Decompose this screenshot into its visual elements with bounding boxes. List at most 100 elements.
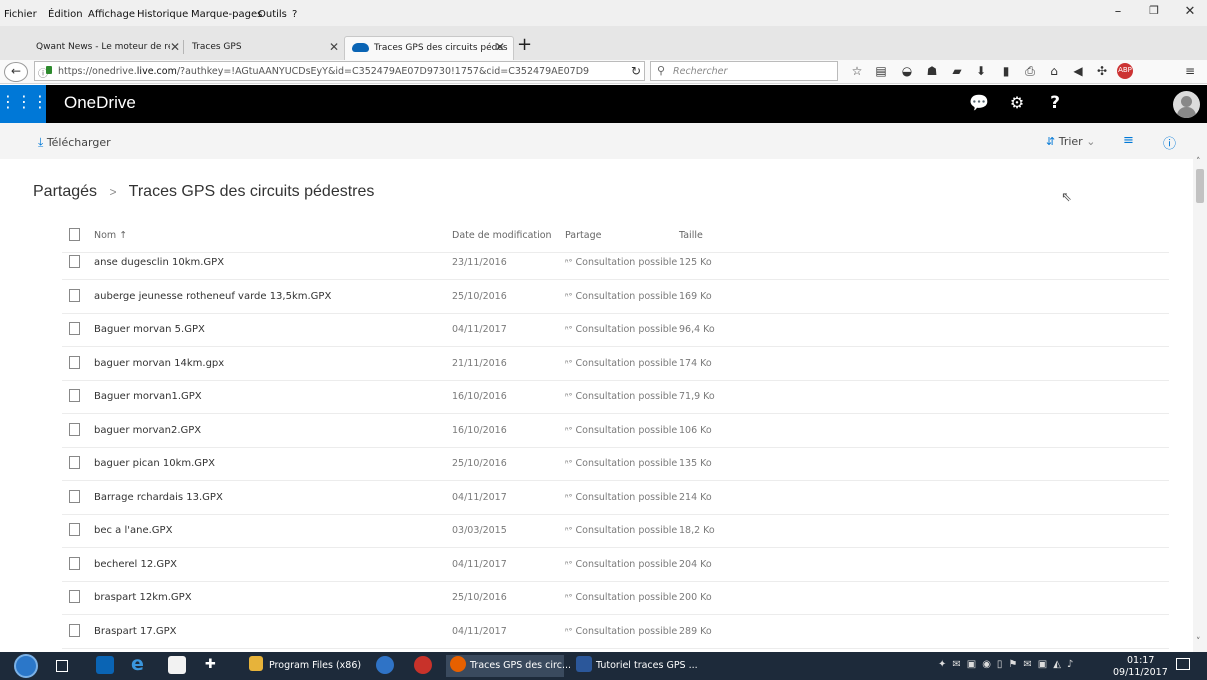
app-launcher-icon[interactable]: ⋮⋮⋮ bbox=[0, 85, 48, 123]
send-icon[interactable]: ◀ bbox=[1069, 64, 1087, 78]
file-row[interactable]: anse dugesclin 10km.GPX 23/11/2016 ᴿ° Consu… bbox=[62, 246, 1169, 280]
search-input[interactable]: ⚲ Rechercher bbox=[650, 61, 838, 81]
tab-close-icon[interactable]: ✕ bbox=[170, 40, 180, 54]
hamburger-menu-icon[interactable]: ≡ bbox=[1181, 64, 1199, 78]
print-icon[interactable]: ⎙ bbox=[1021, 64, 1039, 79]
pin-icon[interactable]: ✚ bbox=[205, 657, 216, 672]
tab-close-icon[interactable]: ✕ bbox=[495, 40, 505, 54]
view-options-icon[interactable]: ≡ bbox=[1123, 133, 1134, 148]
file-name[interactable]: baguer morvan 14km.gpx bbox=[94, 358, 224, 369]
file-name[interactable]: Baguer morvan1.GPX bbox=[94, 391, 202, 402]
avatar[interactable] bbox=[1173, 91, 1200, 118]
store-icon[interactable] bbox=[168, 656, 186, 674]
sort-label: Trier bbox=[1058, 135, 1083, 148]
file-icon bbox=[69, 355, 80, 369]
document-icon[interactable]: ▮ bbox=[997, 64, 1015, 78]
scrollbar-thumb[interactable] bbox=[1196, 169, 1204, 203]
file-name[interactable]: baguer morvan2.GPX bbox=[94, 425, 201, 436]
file-row[interactable]: baguer pican 10km.GPX 25/10/2016 ᴿ° Consult… bbox=[62, 447, 1169, 481]
menu-fichier[interactable]: Fichier bbox=[4, 9, 37, 20]
file-name[interactable]: Barrage rchardais 13.GPX bbox=[94, 492, 223, 503]
home-icon[interactable]: ⌂ bbox=[1045, 64, 1063, 78]
scroll-down-icon[interactable]: ˅ bbox=[1196, 637, 1201, 647]
menu-edition[interactable]: Édition bbox=[48, 9, 83, 20]
breadcrumb-root[interactable]: Partagés bbox=[33, 183, 97, 200]
download-label: Télécharger bbox=[46, 136, 111, 149]
download-button[interactable]: ⤓ Télécharger bbox=[38, 135, 111, 150]
settings-gear-icon[interactable]: ⚙ bbox=[998, 85, 1036, 123]
file-row[interactable]: Braspart 17.GPX 04/11/2017 ᴿ° Consultation … bbox=[62, 615, 1169, 649]
back-icon[interactable]: ← bbox=[4, 62, 28, 82]
restore-icon[interactable]: ❐ bbox=[1144, 4, 1164, 17]
pocket-icon[interactable]: ◒ bbox=[898, 64, 916, 78]
file-name[interactable]: braspart 12km.GPX bbox=[94, 592, 192, 603]
column-header-name[interactable]: Nom ↑ bbox=[94, 230, 127, 241]
file-modified-date: 25/10/2016 bbox=[452, 592, 507, 603]
onedrive-brand[interactable]: OneDrive bbox=[64, 93, 136, 113]
edge-icon[interactable]: e bbox=[131, 653, 144, 675]
tray-icons[interactable]: ✦✉▣◉▯⚑✉▣◭♪ bbox=[938, 659, 1079, 670]
file-row[interactable]: baguer morvan 14km.gpx 21/11/2016 ᴿ° Consul… bbox=[62, 347, 1169, 381]
menu-historique[interactable]: Historique bbox=[137, 9, 188, 20]
menu-outils[interactable]: Outils bbox=[258, 9, 287, 20]
url-bar[interactable]: ⓘ https://onedrive.live.com/?authkey=!AG… bbox=[34, 61, 645, 81]
command-bar: ⤓ Télécharger ⇵ Trier ⌄ ≡ ⓘ bbox=[0, 123, 1207, 159]
onedrive-cloud-icon bbox=[352, 43, 369, 52]
taskbar-app-explorer[interactable]: Program Files (x86) bbox=[245, 655, 363, 677]
file-row[interactable]: auberge jeunesse rotheneuf varde 13,5km.… bbox=[62, 280, 1169, 314]
new-tab-icon[interactable]: + bbox=[517, 34, 532, 55]
sort-button[interactable]: ⇵ Trier ⌄ bbox=[1046, 135, 1095, 148]
file-name[interactable]: auberge jeunesse rotheneuf varde 13,5km.… bbox=[94, 291, 331, 302]
reload-icon[interactable]: ↻ bbox=[627, 64, 645, 78]
column-header-sharing[interactable]: Partage bbox=[565, 230, 601, 241]
task-view-icon[interactable] bbox=[56, 660, 68, 672]
file-row[interactable]: Barrage rchardais 13.GPX 04/11/2017 ᴿ° Cons… bbox=[62, 481, 1169, 515]
feedback-icon[interactable]: 💬 bbox=[960, 85, 998, 123]
file-row[interactable]: becherel 12.GPX 04/11/2017 ᴿ° Consultation … bbox=[62, 548, 1169, 582]
menu-affichage[interactable]: Affichage bbox=[88, 9, 135, 20]
taskbar-app-word[interactable]: Tutoriel traces GPS ... bbox=[572, 655, 698, 677]
tab-traces-gps-circuits[interactable]: Traces GPS des circuits pédes bbox=[344, 36, 514, 60]
download-icon[interactable]: ⬇ bbox=[972, 64, 990, 78]
person-icon[interactable]: ☗ bbox=[923, 64, 941, 78]
scroll-up-icon[interactable]: ˄ bbox=[1196, 157, 1201, 167]
vertical-scrollbar[interactable]: ˄ ˅ bbox=[1193, 157, 1207, 652]
tab-strip: Qwant News - Le moteur de rech ✕ Traces … bbox=[0, 26, 1207, 60]
app-red-icon[interactable] bbox=[414, 656, 432, 674]
taskbar-app-firefox[interactable]: Traces GPS des circ... bbox=[446, 655, 571, 677]
file-modified-date: 04/11/2017 bbox=[452, 324, 507, 335]
minimize-icon[interactable]: – bbox=[1108, 4, 1128, 19]
file-name[interactable]: anse dugesclin 10km.GPX bbox=[94, 257, 224, 268]
close-window-icon[interactable]: ✕ bbox=[1180, 4, 1200, 19]
file-row[interactable]: Baguer morvan 5.GPX 04/11/2017 ᴿ° Consultat… bbox=[62, 313, 1169, 347]
shared-people-icon: ᴿ° bbox=[565, 626, 573, 636]
column-header-modified[interactable]: Date de modification bbox=[452, 230, 552, 241]
tab-close-icon[interactable]: ✕ bbox=[329, 40, 339, 54]
library-icon[interactable]: ▰ bbox=[948, 64, 966, 78]
notifications-icon[interactable] bbox=[1176, 658, 1190, 670]
file-row[interactable]: Baguer morvan1.GPX 16/10/2016 ᴿ° Consultati… bbox=[62, 380, 1169, 414]
file-row[interactable]: braspart 12km.GPX 25/10/2016 ᴿ° Consultatio… bbox=[62, 581, 1169, 615]
info-pane-icon[interactable]: ⓘ bbox=[1163, 133, 1176, 152]
file-name[interactable]: Baguer morvan 5.GPX bbox=[94, 324, 205, 335]
column-header-size[interactable]: Taille bbox=[679, 230, 703, 241]
tab-qwant[interactable]: Qwant News - Le moteur de rech bbox=[30, 36, 170, 60]
ccleaner-icon[interactable] bbox=[376, 656, 394, 674]
extension-icon[interactable]: ✣ bbox=[1093, 64, 1111, 78]
file-row[interactable]: baguer morvan2.GPX 16/10/2016 ᴿ° Consultati… bbox=[62, 414, 1169, 448]
reading-list-icon[interactable]: ▤ bbox=[872, 64, 890, 78]
adblock-icon[interactable]: ABP bbox=[1117, 63, 1133, 79]
menu-marque-pages[interactable]: Marque-pages bbox=[191, 9, 262, 20]
file-sharing: ᴿ° Consultation possible bbox=[565, 559, 677, 570]
outlook-icon[interactable] bbox=[96, 656, 114, 674]
file-name[interactable]: becherel 12.GPX bbox=[94, 559, 177, 570]
tab-traces-gps[interactable]: Traces GPS bbox=[186, 36, 316, 60]
file-name[interactable]: baguer pican 10km.GPX bbox=[94, 458, 215, 469]
menu-help[interactable]: ? bbox=[292, 9, 297, 20]
file-name[interactable]: bec a l'ane.GPX bbox=[94, 525, 172, 536]
start-button-icon[interactable] bbox=[14, 654, 38, 678]
bookmark-star-icon[interactable]: ☆ bbox=[848, 64, 866, 78]
file-row[interactable]: bec a l'ane.GPX 03/03/2015 ᴿ° Consultation … bbox=[62, 514, 1169, 548]
file-name[interactable]: Braspart 17.GPX bbox=[94, 626, 177, 637]
help-icon[interactable]: ? bbox=[1036, 85, 1074, 123]
